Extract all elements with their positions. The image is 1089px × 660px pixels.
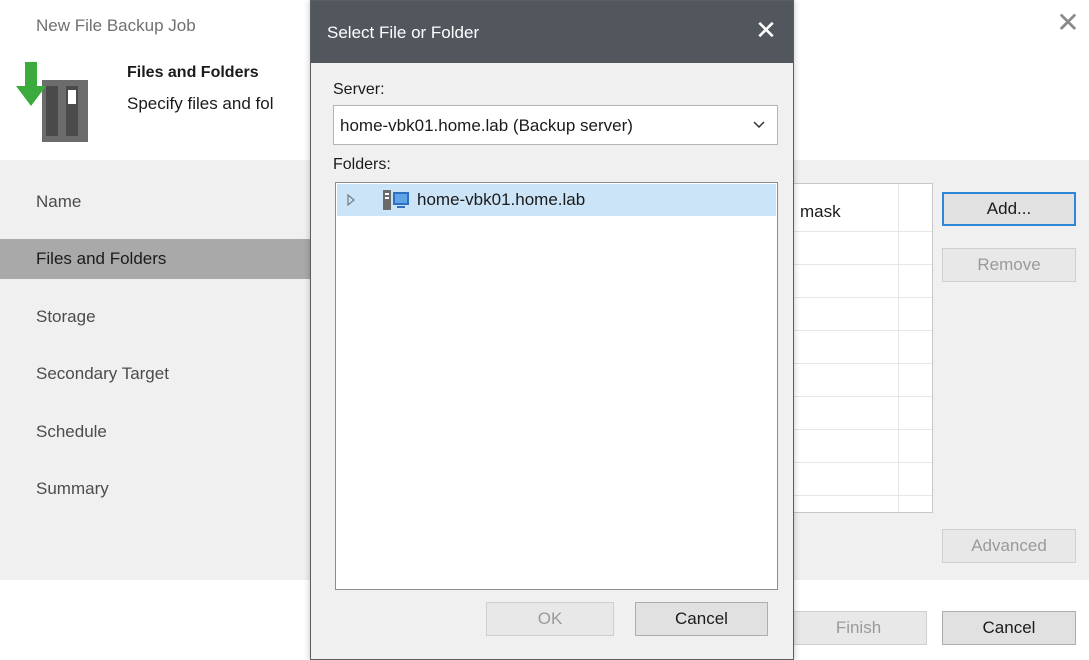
- step-summary[interactable]: Summary: [0, 469, 310, 509]
- step-name[interactable]: Name: [0, 182, 310, 222]
- list-row-line: [794, 330, 932, 331]
- list-header: mask: [794, 184, 932, 232]
- step-files-and-folders[interactable]: Files and Folders: [0, 239, 310, 279]
- tree-item-server[interactable]: home-vbk01.home.lab: [337, 184, 776, 216]
- chevron-right-icon[interactable]: [345, 193, 357, 207]
- page-title: Files and Folders: [127, 64, 259, 81]
- close-icon[interactable]: ✕: [1054, 9, 1082, 38]
- close-icon[interactable]: ✕: [751, 15, 781, 45]
- step-secondary-target[interactable]: Secondary Target: [0, 354, 310, 394]
- step-schedule[interactable]: Schedule: [0, 412, 310, 452]
- page-subtitle: Specify files and fol: [127, 94, 274, 113]
- server-select[interactable]: home-vbk01.home.lab (Backup server): [333, 105, 778, 145]
- file-backup-icon: [16, 62, 88, 142]
- select-file-or-folder-dialog: Select File or Folder ✕ Server: home-vbk…: [310, 0, 794, 660]
- dialog-title: Select File or Folder: [327, 23, 480, 42]
- chevron-down-icon: [753, 121, 765, 129]
- list-row-line: [794, 462, 932, 463]
- list-row-line: [794, 264, 932, 265]
- dialog-cancel-button[interactable]: Cancel: [635, 602, 768, 636]
- window-title: New File Backup Job: [36, 16, 196, 35]
- list-row-line: [794, 363, 932, 364]
- folders-tree[interactable]: home-vbk01.home.lab: [335, 182, 778, 590]
- add-button[interactable]: Add...: [942, 192, 1076, 226]
- wizard-steps-nav: Name Files and Folders Storage Secondary…: [0, 160, 310, 580]
- list-row-line: [794, 396, 932, 397]
- finish-button[interactable]: Finish: [790, 611, 927, 645]
- remove-button[interactable]: Remove: [942, 248, 1076, 282]
- list-row-line: [794, 495, 932, 496]
- folders-label: Folders:: [333, 156, 391, 173]
- step-storage[interactable]: Storage: [0, 297, 310, 337]
- advanced-button[interactable]: Advanced: [942, 529, 1076, 563]
- dialog-titlebar: Select File or Folder ✕: [311, 1, 793, 63]
- ok-button[interactable]: OK: [486, 602, 614, 636]
- server-select-value: home-vbk01.home.lab (Backup server): [340, 116, 633, 135]
- list-header-mask: mask: [800, 202, 841, 221]
- server-label: Server:: [333, 81, 385, 98]
- server-icon: [383, 190, 409, 210]
- cancel-button[interactable]: Cancel: [942, 611, 1076, 645]
- list-row-line: [794, 429, 932, 430]
- tree-item-label: home-vbk01.home.lab: [417, 190, 586, 209]
- list-row-line: [794, 297, 932, 298]
- files-list[interactable]: mask: [793, 183, 933, 513]
